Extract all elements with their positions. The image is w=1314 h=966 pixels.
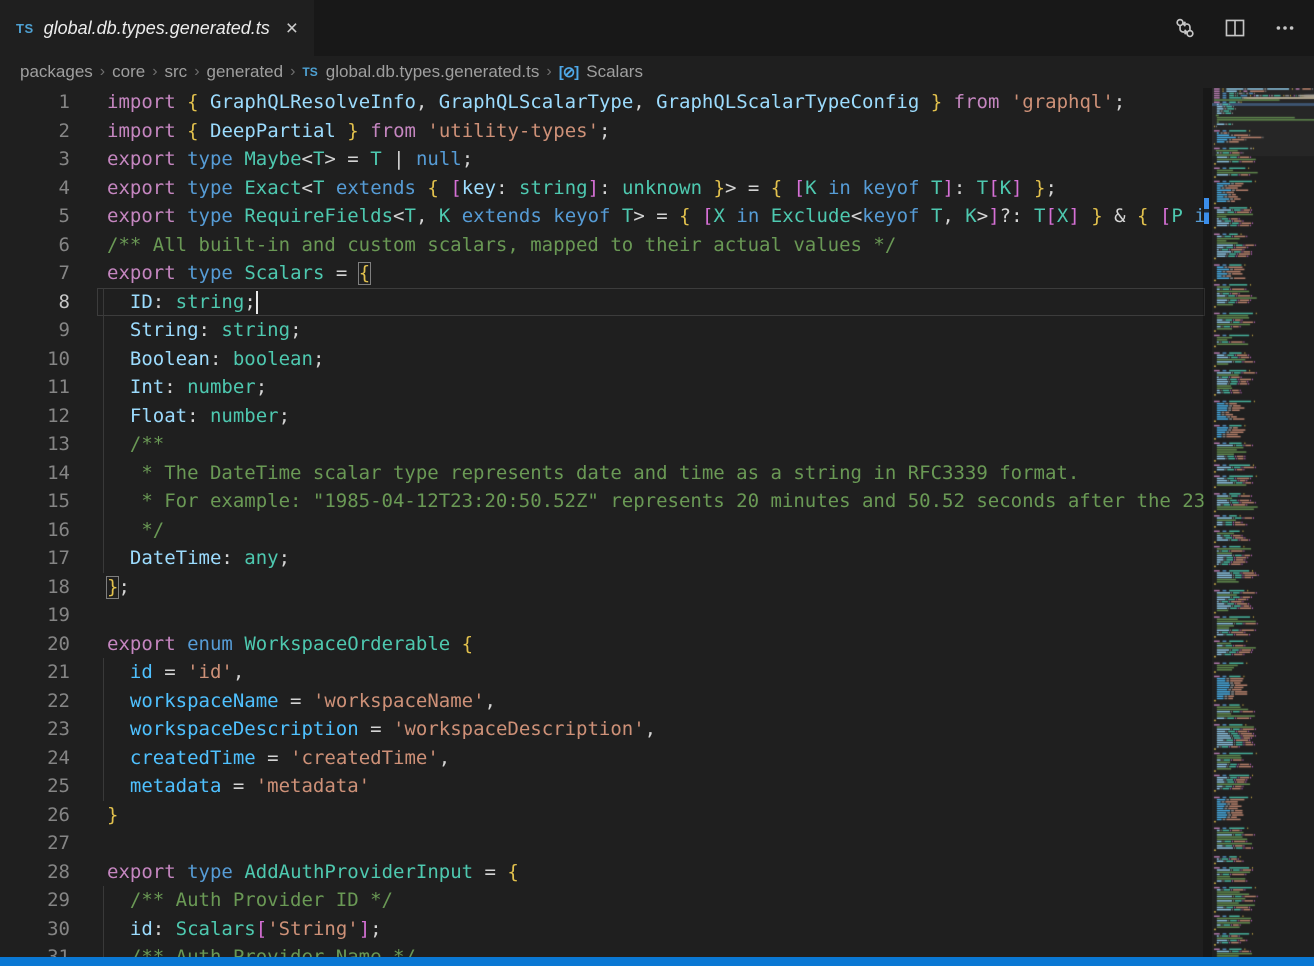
code-line[interactable]: export type Maybe<T> = T | null; bbox=[0, 145, 1205, 174]
indent-guide bbox=[103, 744, 104, 773]
code-line[interactable] bbox=[0, 829, 1205, 858]
chevron-right-icon: › bbox=[152, 63, 157, 81]
code-line[interactable]: createdTime = 'createdTime', bbox=[0, 744, 1205, 773]
code-line[interactable]: metadata = 'metadata' bbox=[0, 772, 1205, 801]
code-line[interactable]: workspaceName = 'workspaceName', bbox=[0, 687, 1205, 716]
breadcrumb-item-symbol[interactable]: Scalars bbox=[586, 62, 643, 82]
tab-global-db-types-generated[interactable]: TS global.db.types.generated.ts × bbox=[0, 0, 314, 56]
breadcrumb-item-core[interactable]: core bbox=[112, 62, 145, 82]
editor-pane[interactable]: 1234567891011121314151617181920212223242… bbox=[0, 88, 1314, 966]
code-line[interactable]: } bbox=[0, 801, 1205, 830]
code-line[interactable]: * For example: "1985-04-12T23:20:50.52Z"… bbox=[0, 487, 1205, 516]
more-actions-icon[interactable] bbox=[1274, 17, 1296, 39]
indent-guide bbox=[103, 544, 104, 573]
code-line[interactable]: import { DeepPartial } from 'utility-typ… bbox=[0, 117, 1205, 146]
code-line[interactable]: ID: string; bbox=[0, 288, 1205, 317]
split-editor-icon[interactable] bbox=[1224, 17, 1246, 39]
code-line[interactable]: /** Auth Provider ID */ bbox=[0, 886, 1205, 915]
bracket-match-highlight bbox=[106, 576, 119, 599]
code-line[interactable]: Boolean: boolean; bbox=[0, 345, 1205, 374]
status-bar[interactable] bbox=[0, 957, 1314, 966]
code-line[interactable]: id = 'id', bbox=[0, 658, 1205, 687]
code-line[interactable]: * The DateTime scalar type represents da… bbox=[0, 459, 1205, 488]
indent-guide bbox=[103, 516, 104, 545]
breadcrumb-item-src[interactable]: src bbox=[165, 62, 188, 82]
code-line[interactable]: export enum WorkspaceOrderable { bbox=[0, 630, 1205, 659]
indent-guide bbox=[103, 345, 104, 374]
indent-guide bbox=[103, 402, 104, 431]
open-changes-icon[interactable] bbox=[1174, 17, 1196, 39]
text-cursor bbox=[256, 291, 258, 314]
code-line[interactable]: DateTime: any; bbox=[0, 544, 1205, 573]
code-line[interactable]: Int: number; bbox=[0, 373, 1205, 402]
indent-guide bbox=[103, 316, 104, 345]
code-line[interactable]: id: Scalars['String']; bbox=[0, 915, 1205, 944]
bracket-match-highlight bbox=[358, 262, 371, 285]
code-line[interactable] bbox=[0, 601, 1205, 630]
indent-guide bbox=[103, 687, 104, 716]
chevron-right-icon: › bbox=[546, 63, 551, 81]
typescript-file-icon: TS bbox=[302, 65, 317, 79]
code-line[interactable]: String: string; bbox=[0, 316, 1205, 345]
breadcrumb-item-generated[interactable]: generated bbox=[207, 62, 284, 82]
indent-guide bbox=[103, 373, 104, 402]
tab-close-icon[interactable]: × bbox=[282, 16, 302, 41]
code-line[interactable]: /** bbox=[0, 430, 1205, 459]
code-line[interactable]: */ bbox=[0, 516, 1205, 545]
indent-guide bbox=[103, 715, 104, 744]
indent-guide bbox=[103, 772, 104, 801]
code-line[interactable]: import { GraphQLResolveInfo, GraphQLScal… bbox=[0, 88, 1205, 117]
code-line[interactable]: Float: number; bbox=[0, 402, 1205, 431]
breadcrumb: packages › core › src › generated › TS global.db.… bbox=[0, 56, 1314, 88]
code-line[interactable]: export type RequireFields<T, K extends k… bbox=[0, 202, 1205, 231]
tab-title: global.db.types.generated.ts bbox=[44, 18, 270, 39]
breadcrumb-item-file[interactable]: global.db.types.generated.ts bbox=[326, 62, 540, 82]
indent-guide bbox=[103, 886, 104, 915]
chevron-right-icon: › bbox=[290, 63, 295, 81]
symbol-type-icon: [⊘] bbox=[559, 63, 579, 81]
minimap-decoration-marker bbox=[1204, 198, 1209, 224]
code-line[interactable]: export type AddAuthProviderInput = { bbox=[0, 858, 1205, 887]
tab-bar: TS global.db.types.generated.ts × bbox=[0, 0, 1314, 56]
breadcrumb-item-packages[interactable]: packages bbox=[20, 62, 93, 82]
minimap[interactable] bbox=[1212, 88, 1314, 966]
indent-guide bbox=[103, 915, 104, 944]
chevron-right-icon: › bbox=[194, 63, 199, 81]
indent-guide bbox=[103, 658, 104, 687]
code-line[interactable]: export type Scalars = { bbox=[0, 259, 1205, 288]
typescript-file-icon: TS bbox=[16, 21, 34, 36]
indent-guide bbox=[103, 459, 104, 488]
indent-guide bbox=[103, 288, 104, 317]
code-line[interactable]: /** All built-in and custom scalars, map… bbox=[0, 231, 1205, 260]
code-line[interactable]: workspaceDescription = 'workspaceDescrip… bbox=[0, 715, 1205, 744]
code-line[interactable]: export type Exact<T extends { [key: stri… bbox=[0, 174, 1205, 203]
editor-toolbar bbox=[1174, 0, 1314, 56]
indent-guide bbox=[103, 430, 104, 459]
code-line[interactable]: }; bbox=[0, 573, 1205, 602]
chevron-right-icon: › bbox=[100, 63, 105, 81]
indent-guide bbox=[103, 487, 104, 516]
